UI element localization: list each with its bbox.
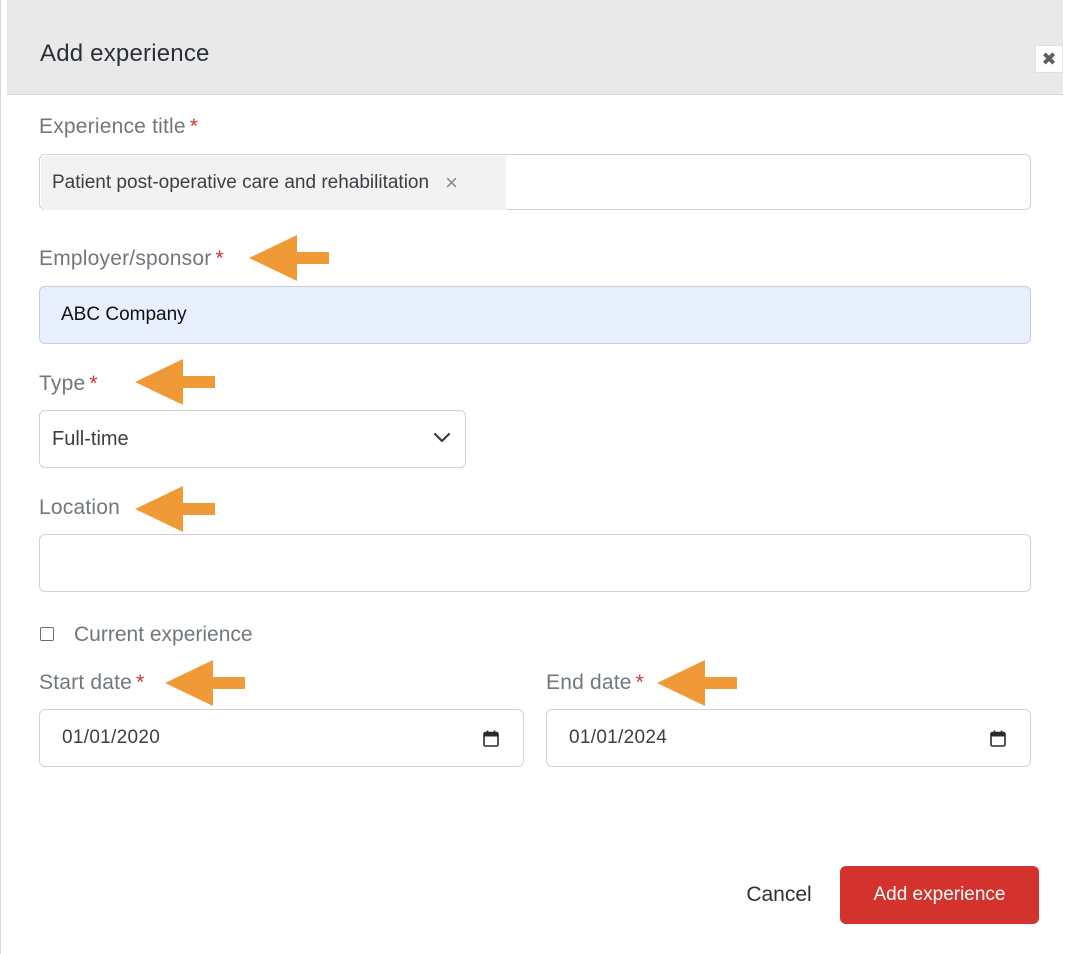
start-date-input[interactable]: 01/01/2020 — [39, 709, 524, 767]
start-date-value: 01/01/2020 — [62, 727, 161, 748]
arrow-left-icon — [135, 486, 215, 532]
modal-header: Add experience — [7, 0, 1063, 95]
end-date-label: End date * — [546, 671, 644, 695]
experience-title-label-text: Experience title — [39, 115, 186, 138]
required-mark: * — [189, 115, 199, 138]
employer-input[interactable]: ABC Company — [39, 286, 1031, 344]
modal-title: Add experience — [40, 40, 210, 67]
required-mark: * — [215, 247, 224, 270]
arrow-left-icon — [135, 359, 215, 405]
employer-label: Employer/sponsor * — [39, 247, 224, 271]
arrow-left-icon — [249, 235, 329, 281]
type-label-text: Type — [39, 372, 86, 395]
end-date-value: 01/01/2024 — [569, 727, 668, 748]
end-date-label-text: End date — [546, 671, 632, 694]
close-icon[interactable]: ✖ — [1035, 45, 1063, 73]
cancel-button[interactable]: Cancel — [731, 866, 827, 924]
chip-text: Patient post-operative care and rehabili… — [52, 172, 430, 193]
start-date-label-text: Start date — [39, 671, 133, 694]
arrow-left-icon — [165, 660, 245, 706]
required-mark: * — [89, 372, 98, 395]
start-date-label: Start date * — [39, 671, 144, 695]
type-select-value: Full-time — [52, 427, 129, 450]
experience-title-input[interactable]: Patient post-operative care and rehabili… — [39, 154, 1031, 210]
add-experience-button[interactable]: Add experience — [840, 866, 1039, 924]
experience-title-chip: Patient post-operative care and rehabili… — [41, 156, 506, 210]
current-experience-label[interactable]: Current experience — [74, 623, 253, 647]
chip-remove-icon[interactable]: × — [445, 170, 458, 196]
add-experience-modal: Add experience ✖ Experience title * Patie… — [0, 0, 1068, 954]
required-mark: * — [136, 671, 145, 694]
type-select[interactable]: Full-time — [39, 410, 466, 468]
employer-label-text: Employer/sponsor — [39, 247, 212, 270]
location-input[interactable] — [39, 534, 1031, 592]
required-mark: * — [635, 671, 645, 694]
location-label: Location — [39, 496, 120, 519]
calendar-icon[interactable] — [483, 730, 499, 747]
experience-title-label: Experience title * — [39, 115, 198, 139]
arrow-left-icon — [657, 660, 737, 706]
current-experience-checkbox[interactable] — [40, 627, 54, 641]
type-label: Type * — [39, 372, 98, 396]
chevron-down-icon — [433, 432, 451, 443]
end-date-input[interactable]: 01/01/2024 — [546, 709, 1031, 767]
calendar-icon[interactable] — [990, 730, 1006, 747]
